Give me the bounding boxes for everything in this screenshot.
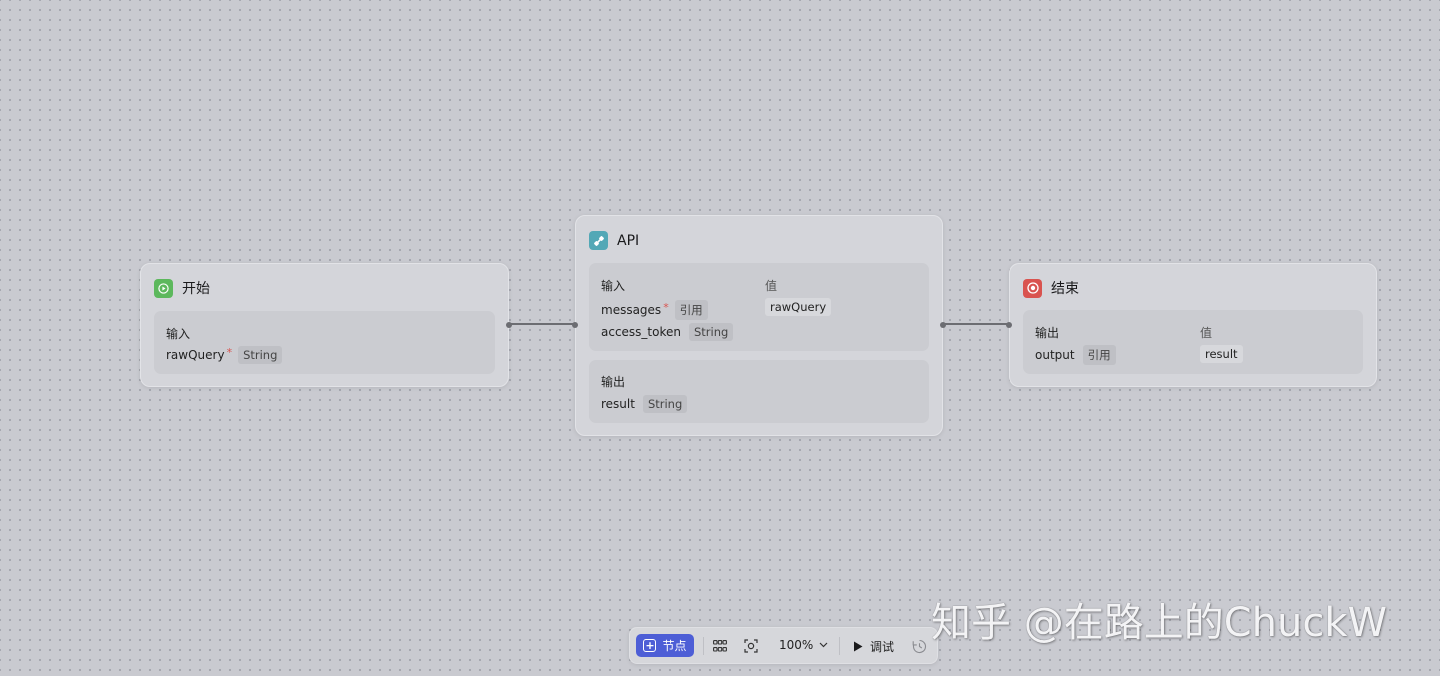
watermark: 知乎 @在路上的ChuckW — [931, 600, 1388, 646]
api-output-label: 输出 — [601, 375, 626, 389]
stop-icon — [1023, 278, 1042, 298]
start-node-title: 开始 — [182, 281, 210, 297]
toolbar-divider — [839, 637, 840, 655]
start-input-label: 输入 — [166, 327, 191, 341]
history-icon — [912, 639, 926, 653]
link-icon — [589, 231, 608, 250]
add-node-label: 节点 — [662, 639, 687, 653]
param-name: messages — [601, 303, 662, 317]
start-input-panel: 输入 rawQuery * String — [154, 311, 495, 374]
api-output-port[interactable] — [940, 322, 946, 328]
zoom-value: 100% — [779, 638, 814, 652]
api-node-title: API — [617, 232, 640, 249]
required-marker: * — [226, 345, 233, 359]
param-name: access_token — [601, 325, 681, 339]
api-input-panel: 输入 值 messages * 引用 rawQuery access_token… — [589, 263, 929, 351]
param-value[interactable]: rawQuery — [765, 298, 832, 316]
api-input-port[interactable] — [572, 322, 578, 328]
type-tag: String — [238, 346, 283, 364]
type-tag: String — [642, 395, 688, 413]
canvas-toolbar: + 节点 100% 调试 — [629, 627, 938, 664]
start-node[interactable]: 开始 输入 rawQuery * String — [140, 263, 512, 387]
start-input-row: rawQuery * String — [166, 345, 283, 364]
end-output-panel: 输出 值 output 引用 result — [1023, 310, 1363, 374]
type-tag: 引用 — [1082, 345, 1116, 365]
end-input-port[interactable] — [1006, 322, 1012, 328]
end-output-label: 输出 — [1035, 326, 1060, 340]
zoom-select[interactable]: 100% — [779, 638, 828, 652]
fit-view-icon — [744, 639, 758, 653]
start-output-port[interactable] — [506, 322, 512, 328]
param-name: output — [1035, 348, 1075, 362]
history-button[interactable] — [910, 637, 928, 655]
edge-api-end — [943, 323, 1009, 325]
api-output-row: result String — [601, 395, 688, 413]
required-marker: * — [663, 300, 669, 314]
param-name: result — [601, 397, 635, 411]
grid-icon — [713, 640, 727, 652]
plus-icon: + — [643, 639, 657, 652]
param-value[interactable]: result — [1200, 345, 1243, 363]
api-input-row: access_token String — [601, 323, 734, 341]
add-node-button[interactable]: + 节点 — [636, 634, 694, 657]
layout-grid-button[interactable] — [711, 637, 729, 655]
play-icon — [154, 278, 173, 298]
fit-view-button[interactable] — [742, 637, 760, 655]
type-tag: 引用 — [674, 300, 708, 320]
play-icon — [854, 641, 863, 652]
api-node[interactable]: API 输入 值 messages * 引用 rawQuery access_t… — [572, 215, 946, 436]
end-value-label: 值 — [1200, 326, 1213, 340]
chevron-down-icon — [819, 642, 828, 648]
debug-label: 调试 — [870, 640, 895, 654]
toolbar-divider — [703, 637, 704, 655]
param-name: rawQuery — [166, 348, 225, 362]
end-output-row: output 引用 — [1035, 345, 1116, 365]
end-node[interactable]: 结束 输出 值 output 引用 result — [1006, 263, 1377, 387]
type-tag: String — [689, 323, 734, 341]
api-input-label: 输入 — [601, 279, 626, 293]
end-node-title: 结束 — [1051, 281, 1079, 297]
api-input-row: messages * 引用 — [601, 300, 708, 320]
edge-start-api — [509, 323, 575, 325]
api-value-label: 值 — [765, 279, 778, 293]
debug-button[interactable]: 调试 — [853, 638, 894, 655]
api-output-panel: 输出 result String — [589, 360, 929, 423]
workflow-canvas[interactable]: 开始 输入 rawQuery * String API 输入 值 message… — [0, 0, 1440, 676]
